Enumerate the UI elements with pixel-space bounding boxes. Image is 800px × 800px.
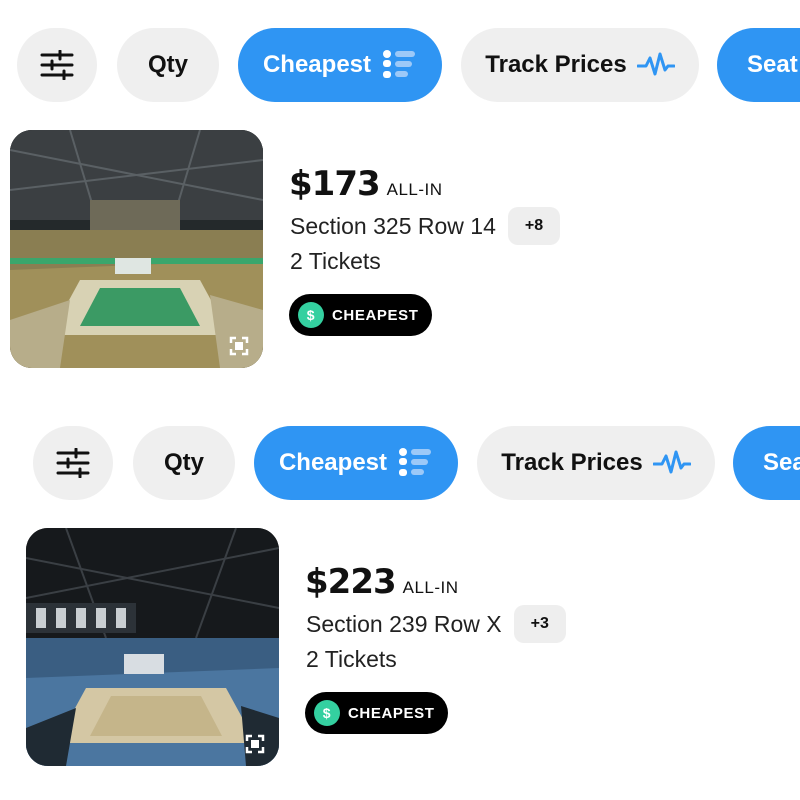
track-label: Track Prices <box>485 51 627 78</box>
section-row: Section 239 Row X <box>306 610 502 637</box>
sort-label: Cheapest <box>262 51 372 78</box>
section-line: Section 239 Row X +3 <box>306 605 566 643</box>
sliders-icon <box>40 50 74 80</box>
arena-image <box>26 528 279 766</box>
seat-label: Seat <box>747 51 798 78</box>
badge-label: CHEAPEST <box>348 704 435 722</box>
track-label: Track Prices <box>501 449 643 476</box>
sort-cheapest-button[interactable]: Cheapest <box>254 426 458 500</box>
more-listings-badge[interactable]: +8 <box>507 207 561 245</box>
qty-label: Qty <box>147 51 188 78</box>
track-prices-button[interactable]: Track Prices <box>461 28 699 102</box>
qty-button[interactable]: Qty <box>133 426 235 500</box>
seat-view-photo[interactable] <box>26 528 279 766</box>
price-suffix: ALL-IN <box>402 578 459 597</box>
pulse-icon <box>652 450 691 474</box>
seat-label: Seat <box>763 449 800 476</box>
listing-block-1: Qty Cheapest Track Prices Seat $173 ALL-… <box>0 0 800 398</box>
ticket-count: 2 Tickets <box>306 646 397 672</box>
cheapest-badge: $ CHEAPEST <box>289 294 432 336</box>
seat-view-photo[interactable] <box>10 130 263 368</box>
section-line: Section 325 Row 14 +8 <box>290 207 561 245</box>
price-line: $173 ALL-IN <box>289 164 443 204</box>
more-listings-badge[interactable]: +3 <box>513 605 566 643</box>
money-bag-icon: $ <box>314 700 340 726</box>
expand-icon[interactable] <box>245 734 265 754</box>
filters-button[interactable] <box>17 28 97 102</box>
sort-label: Cheapest <box>278 449 388 476</box>
pulse-icon <box>636 52 675 76</box>
price: $173 <box>289 164 381 204</box>
sort-cheapest-button[interactable]: Cheapest <box>238 28 442 102</box>
qty-button[interactable]: Qty <box>117 28 219 102</box>
listing-block-2: Qty Cheapest Track Prices Seat <box>16 398 800 796</box>
money-bag-icon: $ <box>298 302 324 328</box>
sort-list-icon <box>399 448 432 476</box>
qty-label: Qty <box>163 449 204 476</box>
filters-button[interactable] <box>33 426 113 500</box>
seat-view-button[interactable]: Seat <box>717 28 800 102</box>
badge-label: CHEAPEST <box>332 306 419 324</box>
sort-list-icon <box>383 50 416 78</box>
arena-image <box>10 130 263 368</box>
ticket-count: 2 Tickets <box>290 248 381 274</box>
expand-icon[interactable] <box>229 336 249 356</box>
seat-view-button[interactable]: Seat <box>733 426 800 500</box>
price-suffix: ALL-IN <box>386 180 443 199</box>
sliders-icon <box>56 448 90 478</box>
price: $223 <box>305 562 397 602</box>
section-row: Section 325 Row 14 <box>290 212 496 239</box>
track-prices-button[interactable]: Track Prices <box>477 426 715 500</box>
price-line: $223 ALL-IN <box>305 562 459 602</box>
cheapest-badge: $ CHEAPEST <box>305 692 448 734</box>
